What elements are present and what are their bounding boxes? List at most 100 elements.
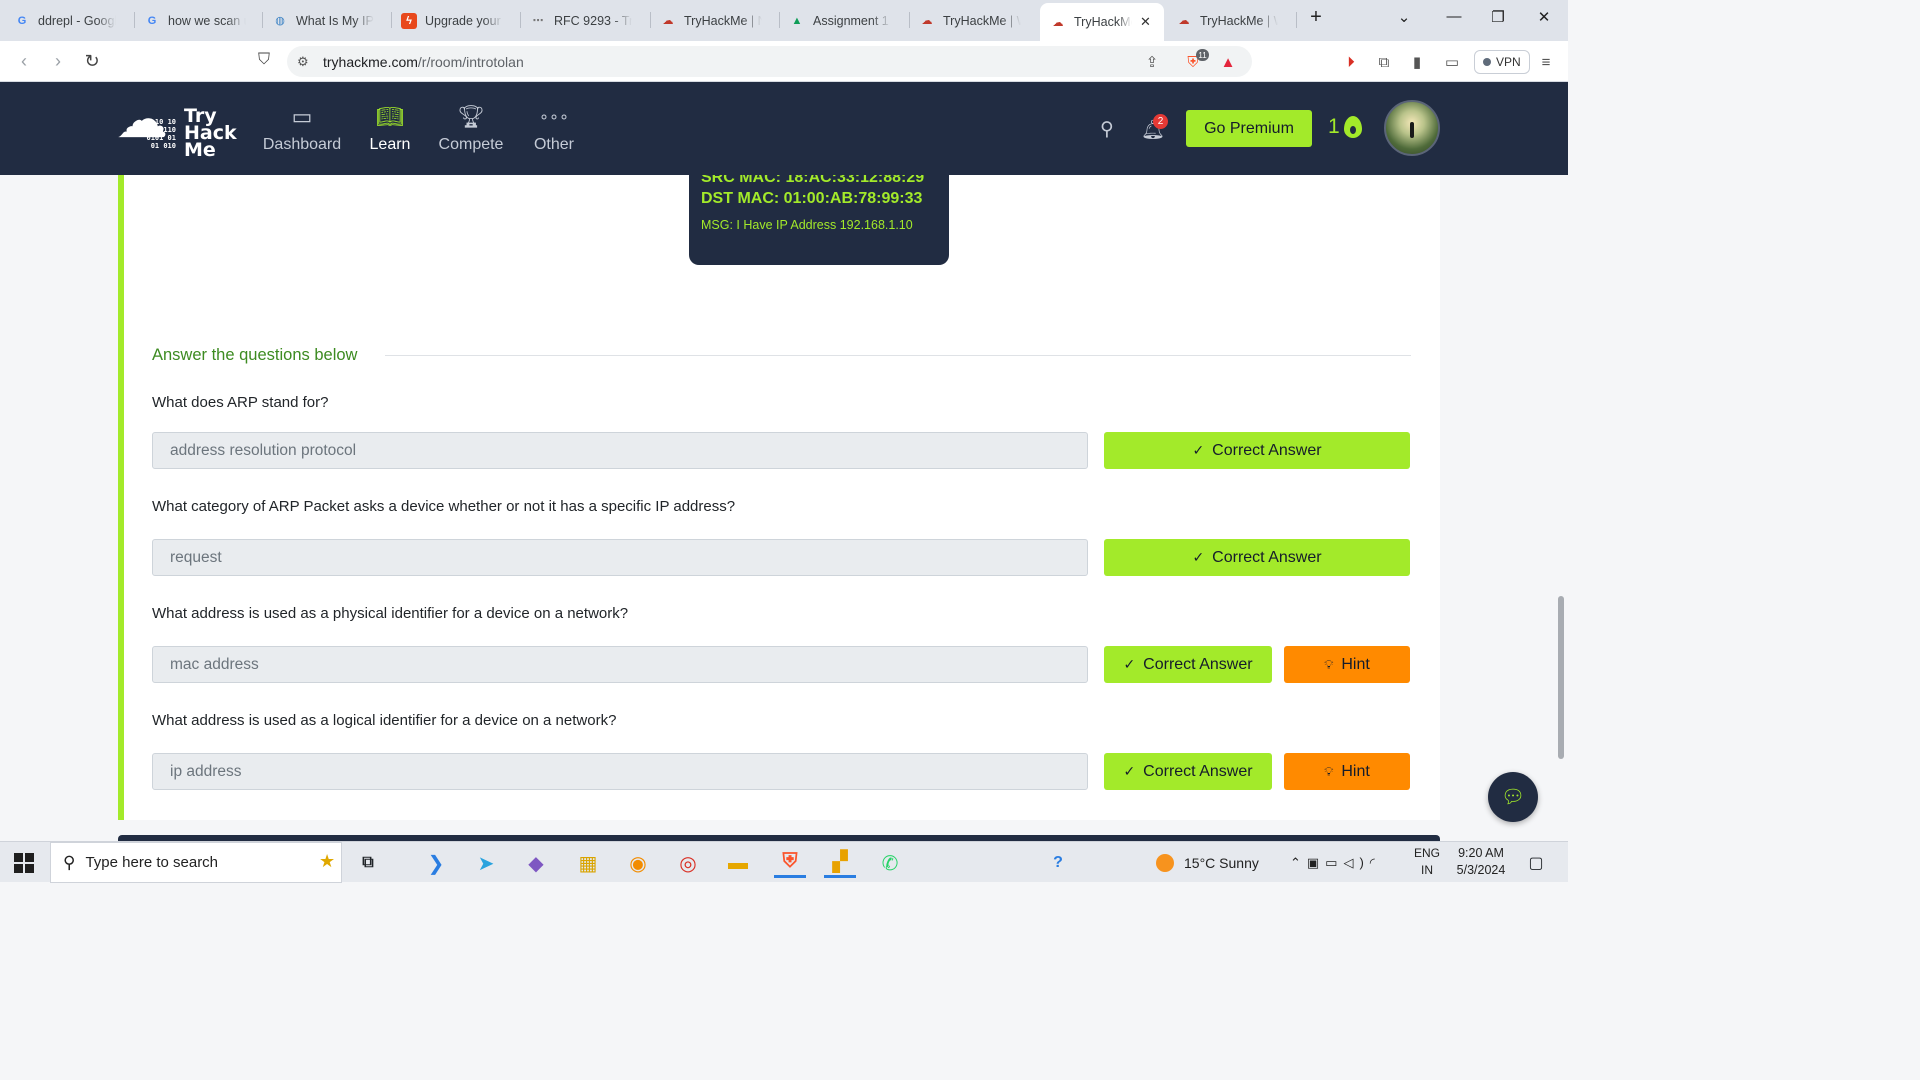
search-icon: ⚲ bbox=[63, 852, 76, 872]
avatar[interactable] bbox=[1384, 100, 1440, 156]
extensions-icon[interactable]: ⧉ bbox=[1374, 52, 1394, 72]
browser-tab[interactable]: G ddrepl - Google bbox=[4, 6, 134, 35]
help-icon[interactable]: ? bbox=[1042, 848, 1074, 878]
flame-icon bbox=[1343, 116, 1362, 138]
site-settings-icon[interactable]: ⚙ bbox=[297, 54, 323, 70]
tryhackme-icon: ☁ bbox=[1052, 16, 1064, 29]
app-icon[interactable]: ▦ bbox=[572, 848, 604, 878]
share-icon[interactable]: ⇪ bbox=[1142, 52, 1162, 72]
correct-answer-button[interactable]: ✓ Correct Answer bbox=[1104, 753, 1272, 790]
notifications-icon[interactable]: ▢ bbox=[1520, 848, 1552, 878]
check-icon: ✓ bbox=[1123, 763, 1136, 779]
streak-counter[interactable]: 1 bbox=[1328, 115, 1362, 139]
address-bar-row: ‹ › ↻ ⛉ ⚙ tryhackme.com/r/room/introtola… bbox=[0, 41, 1568, 82]
language-indicator[interactable]: ENG IN bbox=[1412, 845, 1442, 879]
minimize-icon[interactable]: — bbox=[1442, 8, 1466, 25]
key-icon[interactable]: ◉ bbox=[622, 848, 654, 878]
hint-button[interactable]: 💡︎ Hint bbox=[1284, 753, 1410, 790]
brave-rewards-icon[interactable]: ▲ bbox=[1218, 52, 1238, 72]
new-tab-icon[interactable]: + bbox=[1304, 6, 1328, 29]
taskbar-search-input[interactable]: ⚲ Type here to search ★ bbox=[50, 842, 342, 883]
nav-learn[interactable]: 📖︎ Learn bbox=[364, 82, 416, 175]
bolt-icon: ϟ bbox=[401, 12, 417, 29]
menu-icon[interactable]: ≡ bbox=[1536, 52, 1556, 72]
visual-studio-icon[interactable]: ◆ bbox=[520, 848, 552, 878]
hint-button[interactable]: 💡︎ Hint bbox=[1284, 646, 1410, 683]
bookmark-icon[interactable]: ⛉ bbox=[254, 51, 274, 69]
questions-heading: Answer the questions below bbox=[152, 346, 358, 364]
tryhackme-icon: ☁ bbox=[662, 15, 674, 27]
url-input[interactable]: ⚙ tryhackme.com/r/room/introtolan bbox=[287, 46, 1252, 77]
file-explorer-icon[interactable]: ▬ bbox=[722, 848, 754, 878]
shield-count-badge: 11 bbox=[1196, 49, 1209, 61]
browser-tab[interactable]: ▲ Assignment 1 - bbox=[779, 6, 907, 35]
forward-icon[interactable]: › bbox=[48, 51, 68, 72]
chrome-icon[interactable]: ◎ bbox=[672, 848, 704, 878]
tryhackme-icon: ☁ bbox=[1178, 15, 1190, 27]
tryhackme-logo[interactable]: ☁ 10 10 1110 0101 01 01 010 Try Hack Me bbox=[116, 92, 241, 162]
reload-icon[interactable]: ↻ bbox=[82, 51, 102, 72]
answer-field[interactable]: mac address bbox=[152, 646, 1088, 683]
trophy-icon: 🏆︎ bbox=[457, 103, 485, 129]
tab-title: ddrepl - Google bbox=[38, 13, 116, 28]
browser-tab-active[interactable]: ☁ TryHackMe ✕ bbox=[1040, 3, 1164, 41]
browser-tab[interactable]: ⋯ RFC 9293 - Tran bbox=[520, 6, 648, 35]
sidebar-icon[interactable]: ▮ bbox=[1407, 52, 1427, 72]
browser-tab[interactable]: ϟ Upgrade your s bbox=[391, 6, 519, 35]
clock[interactable]: 9:20 AM 5/3/2024 bbox=[1448, 845, 1514, 879]
more-icon: ∘∘∘ bbox=[538, 108, 570, 126]
browser-tab[interactable]: ☁ TryHackMe | Ne bbox=[650, 6, 778, 35]
sun-icon bbox=[1156, 853, 1174, 872]
telegram-icon[interactable]: ➤ bbox=[470, 848, 502, 878]
google-icon: G bbox=[17, 14, 27, 27]
vscode-icon[interactable]: ❯ bbox=[420, 848, 452, 878]
vpn-button[interactable]: VPN bbox=[1474, 50, 1530, 74]
go-premium-button[interactable]: Go Premium bbox=[1186, 110, 1312, 147]
check-icon: ✓ bbox=[1123, 656, 1136, 672]
correct-answer-button[interactable]: ✓ Correct Answer bbox=[1104, 432, 1410, 469]
url-text: tryhackme.com/r/room/introtolan bbox=[323, 53, 524, 70]
answer-field[interactable]: address resolution protocol bbox=[152, 432, 1088, 469]
weather-widget[interactable]: 15°C Sunny bbox=[1156, 842, 1259, 883]
search-icon[interactable]: ⚲ bbox=[1100, 118, 1114, 141]
globe-icon: ◍ bbox=[275, 15, 285, 27]
system-tray-icons[interactable]: ⌃▣▭◁)◜ bbox=[1290, 842, 1381, 883]
whatsapp-icon[interactable]: ✆ bbox=[874, 848, 906, 878]
close-tab-icon[interactable]: ✕ bbox=[1140, 14, 1151, 30]
dashboard-icon: ▭ bbox=[291, 103, 313, 129]
brave-icon[interactable]: ⛨ bbox=[774, 848, 806, 878]
tab-title: TryHackMe bbox=[1074, 15, 1132, 29]
book-icon: 📖︎ bbox=[376, 103, 404, 129]
check-icon: ✓ bbox=[1192, 442, 1205, 458]
tryhackme-icon: ☁ bbox=[921, 15, 933, 27]
chat-icon[interactable]: 💬︎ bbox=[1488, 772, 1538, 822]
browser-tab[interactable]: ◍ What Is My IP A bbox=[262, 6, 390, 35]
wallet-icon[interactable]: ▭ bbox=[1442, 52, 1462, 72]
packet-src-mac: SRC MAC: 18:AC:33:12:88:29 bbox=[701, 175, 925, 186]
drive-icon: ▲ bbox=[791, 14, 803, 27]
nav-other[interactable]: ∘∘∘ Other bbox=[528, 82, 580, 175]
nav-dashboard[interactable]: ▭ Dashboard bbox=[258, 82, 346, 175]
browser-tab[interactable]: ☁ TryHackMe | W bbox=[909, 6, 1037, 35]
close-window-icon[interactable]: ✕ bbox=[1532, 8, 1556, 26]
browser-tab[interactable]: G how we scan us bbox=[134, 6, 260, 35]
back-icon[interactable]: ‹ bbox=[14, 51, 34, 72]
nav-compete[interactable]: 🏆︎ Compete bbox=[434, 82, 508, 175]
correct-answer-button[interactable]: ✓ Correct Answer bbox=[1104, 646, 1272, 683]
answer-field[interactable]: request bbox=[152, 539, 1088, 576]
correct-answer-button[interactable]: ✓ Correct Answer bbox=[1104, 539, 1410, 576]
taskbar: ⚲ Type here to search ★ ⧉ ❯ ➤ ◆ ▦ ◉ ◎ ▬ … bbox=[0, 841, 1568, 883]
notification-badge: 2 bbox=[1153, 114, 1168, 129]
chevron-down-icon[interactable]: ⌄ bbox=[1392, 8, 1416, 26]
task-view-icon[interactable]: ⧉ bbox=[352, 848, 384, 878]
logo-word: Try Hack Me bbox=[184, 105, 237, 161]
browser-tab[interactable]: ☁ TryHackMe | W bbox=[1166, 6, 1294, 35]
lightbulb-icon: 💡︎ bbox=[1324, 656, 1334, 672]
lightbulb-icon: 💡︎ bbox=[1324, 763, 1334, 779]
restore-icon[interactable]: ❐ bbox=[1486, 8, 1510, 26]
windows-start-icon[interactable] bbox=[14, 853, 34, 873]
scrollbar[interactable] bbox=[1558, 596, 1564, 759]
answer-field[interactable]: ip address bbox=[152, 753, 1088, 790]
sublime-icon[interactable]: ▞ bbox=[824, 848, 856, 878]
media-icon[interactable]: ⏵ bbox=[1341, 52, 1361, 72]
